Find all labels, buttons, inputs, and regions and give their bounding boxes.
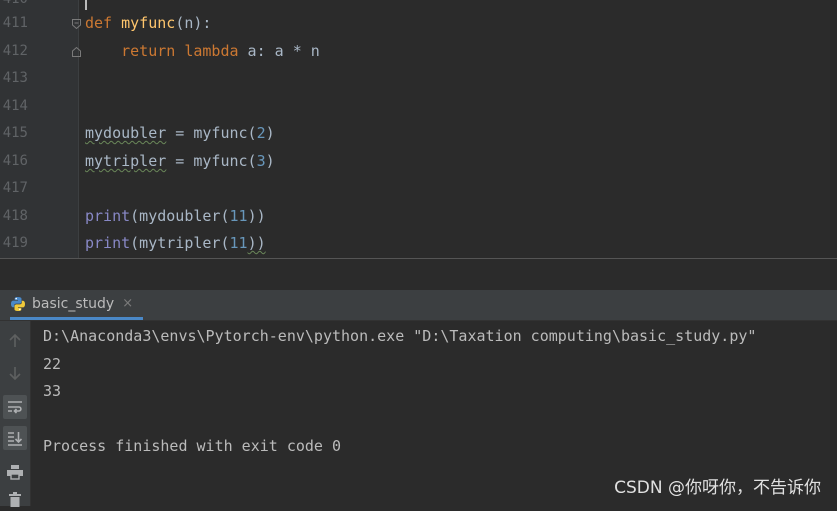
console-line: 22: [43, 355, 62, 373]
tab-label: basic_study: [32, 295, 115, 312]
console-line: 33: [43, 382, 62, 400]
tab-basic-study[interactable]: basic_study ×: [10, 290, 144, 320]
scroll-to-end-button[interactable]: [3, 426, 27, 450]
code-text: )): [247, 207, 266, 225]
line-number: 412: [2, 43, 28, 59]
code-text: ): [265, 152, 275, 170]
builtin-function: print: [85, 234, 131, 252]
code-line-415[interactable]: mydoubler = myfunc(2): [85, 120, 275, 147]
code-line-411[interactable]: def myfunc(n):: [85, 10, 211, 37]
number-literal: 11: [229, 207, 248, 225]
text-caret: [85, 0, 87, 10]
scroll-to-end-icon: [8, 432, 23, 446]
code-text: ): [265, 124, 275, 142]
number-literal: 2: [256, 124, 266, 142]
arrow-down-icon: [9, 367, 21, 381]
fold-open-icon[interactable]: [72, 19, 81, 29]
soft-wrap-button[interactable]: [3, 395, 27, 419]
number-literal: 3: [256, 152, 266, 170]
console-line: Process finished with exit code 0: [43, 437, 342, 455]
keyword: return: [121, 42, 176, 60]
code-text: (mydoubler(: [130, 207, 230, 225]
code-line-418[interactable]: print(mydoubler(11)): [85, 203, 266, 230]
builtin-function: print: [85, 207, 131, 225]
line-number-gutter: 410 411 412 413 414 415 416 417 418 419: [0, 0, 81, 258]
line-number: 418: [2, 208, 28, 224]
code-text: (n):: [175, 14, 212, 32]
keyword: def: [85, 14, 113, 32]
trash-icon: [9, 492, 21, 507]
code-text: )): [247, 234, 266, 252]
line-number: 416: [2, 153, 28, 169]
line-number: 417: [2, 180, 28, 196]
panel-gap: [0, 259, 837, 290]
console-toolbar: [0, 321, 31, 507]
fold-end-icon[interactable]: [72, 47, 81, 57]
code-line-416[interactable]: mytripler = myfunc(3): [85, 148, 275, 175]
variable-name: mytripler: [85, 152, 167, 170]
code-line-419[interactable]: print(mytripler(11)): [85, 230, 266, 257]
code-text: (mytripler(: [130, 234, 230, 252]
line-number: 414: [2, 98, 28, 114]
close-icon[interactable]: ×: [122, 296, 133, 311]
variable-name: mydoubler: [85, 124, 167, 142]
arrow-up-icon: [9, 333, 21, 347]
clear-all-button[interactable]: [3, 487, 27, 511]
soft-wrap-icon: [8, 401, 22, 414]
print-icon: [7, 465, 23, 480]
code-text: = myfunc(: [166, 152, 257, 170]
down-button[interactable]: [3, 361, 27, 385]
code-editor[interactable]: 410 411 412 413 414 415 416 417 418 419 …: [0, 0, 837, 258]
line-number: 419: [2, 235, 28, 251]
line-number: 415: [2, 125, 28, 141]
line-number: 411: [2, 15, 28, 31]
watermark: CSDN @你呀你，不告诉你: [614, 478, 821, 498]
run-tab-bar: basic_study ×: [0, 290, 837, 321]
print-button[interactable]: [3, 460, 27, 484]
function-name: myfunc: [121, 14, 176, 32]
code-line-412[interactable]: return lambda a: a * n: [85, 38, 320, 65]
code-text: a: a * n: [238, 42, 320, 60]
python-icon: [11, 296, 25, 311]
number-literal: 11: [229, 234, 248, 252]
console-line: D:\Anaconda3\envs\Pytorch-env\python.exe…: [43, 327, 757, 345]
rerun-up-button[interactable]: [3, 329, 27, 353]
code-text: = myfunc(: [166, 124, 257, 142]
line-number: 413: [2, 70, 28, 86]
keyword: lambda: [184, 42, 239, 60]
